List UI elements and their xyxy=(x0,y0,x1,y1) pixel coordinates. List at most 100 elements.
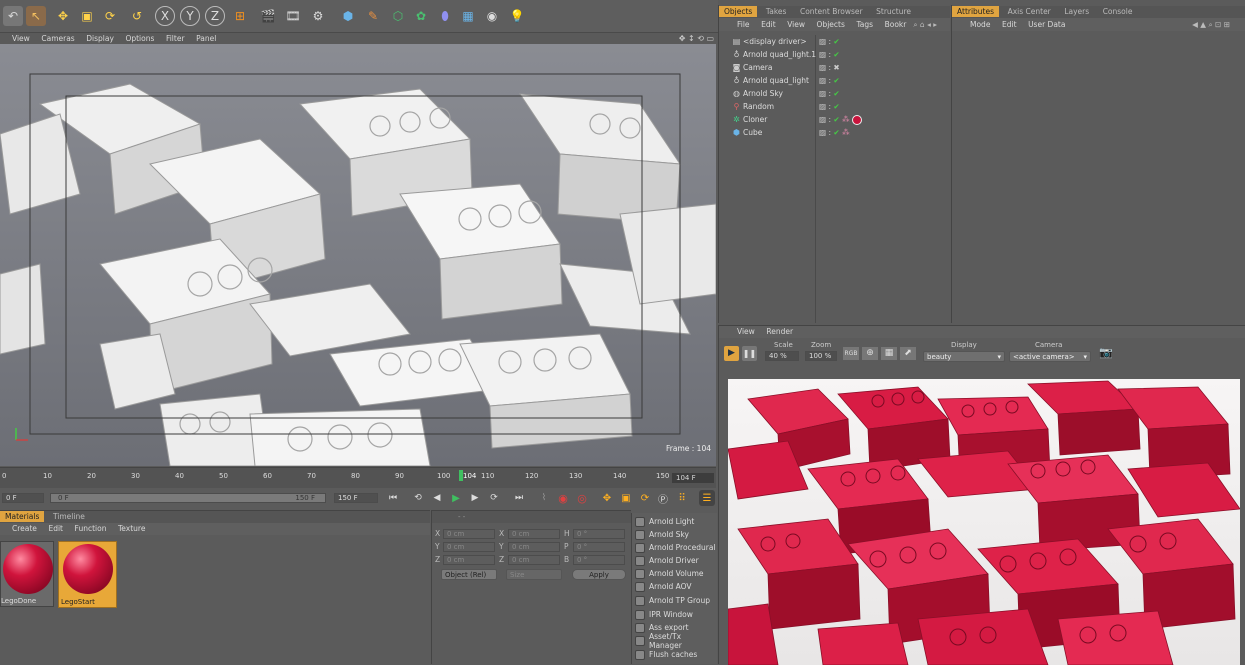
object-row[interactable]: ▤ <display driver> ▨ : ✔ xyxy=(719,35,949,48)
objects-menu-objects[interactable]: Objects xyxy=(817,20,845,29)
apply-button[interactable]: Apply xyxy=(572,569,626,580)
camera-tool-icon[interactable]: ◉ xyxy=(482,6,502,26)
coordinate-system-icon[interactable]: ⊞ xyxy=(230,6,250,26)
search-icon[interactable]: ⌕ ⌂ ◂ ▸ xyxy=(913,18,937,31)
grid-icon[interactable]: ▦ xyxy=(881,347,897,360)
undo-icon[interactable]: ↶ xyxy=(3,6,23,26)
scale-field[interactable]: 40 % xyxy=(765,351,799,361)
viewport-menu-cameras[interactable]: Cameras xyxy=(41,34,74,43)
object-row[interactable]: ♁ Arnold quad_light.1 ▨ : ✔ xyxy=(719,48,949,61)
go-to-end-icon[interactable]: ⏭ xyxy=(511,490,527,506)
light-tool-icon[interactable]: 💡 xyxy=(507,6,527,26)
visibility-flags[interactable]: ▨ : ✔ xyxy=(819,37,840,46)
ipr-menu-render[interactable]: Render xyxy=(766,327,793,336)
key-parameter-icon[interactable]: Ⓟ xyxy=(655,490,671,506)
material-tag-icon[interactable] xyxy=(851,114,862,125)
visibility-flags[interactable]: ▨ : ✔ xyxy=(819,76,840,85)
object-row[interactable]: ✲ Cloner ▨ : ✔ ⁂ xyxy=(719,113,949,126)
arnold-menu-item[interactable]: Arnold Procedural xyxy=(633,541,716,554)
visibility-flags[interactable]: ▨ : ✔ ⁂ xyxy=(819,114,862,125)
y-axis-icon[interactable]: Y xyxy=(180,6,200,26)
size-mode-dropdown[interactable]: Size xyxy=(506,569,562,580)
materials-menu-edit[interactable]: Edit xyxy=(48,524,63,533)
play-icon[interactable]: ▶ xyxy=(448,490,464,506)
camera-dropdown[interactable]: <active camera> ▾ xyxy=(1009,351,1091,362)
tab-objects[interactable]: Objects xyxy=(719,6,759,17)
object-row[interactable]: ⚲ Random ▨ : ✔ xyxy=(719,100,949,113)
timeline-current-frame-box[interactable]: 104 F xyxy=(672,473,714,483)
viewport-menu-options[interactable]: Options xyxy=(125,34,154,43)
arnold-menu-item[interactable]: Arnold TP Group xyxy=(633,594,716,607)
visibility-flags[interactable]: ▨ : ✔ xyxy=(819,102,840,111)
motion-path-icon[interactable]: ⌇ xyxy=(536,490,552,506)
viewport-menu-display[interactable]: Display xyxy=(86,34,114,43)
objects-menu-edit[interactable]: Edit xyxy=(761,20,776,29)
key-pla-icon[interactable]: ⠿ xyxy=(674,490,690,506)
region-icon[interactable]: ⬈ xyxy=(900,347,916,360)
ipr-menu-view[interactable]: View xyxy=(737,327,755,336)
rotate-icon[interactable]: ⟳ xyxy=(100,6,120,26)
move-icon[interactable]: ✥ xyxy=(53,6,73,26)
pen-spline-icon[interactable]: ✎ xyxy=(363,6,383,26)
scheme-icon[interactable]: ☰ xyxy=(699,490,715,506)
snapshot-camera-icon[interactable]: 📷 xyxy=(1099,346,1113,359)
visibility-flags[interactable]: ▨ : ✔ ⁂ xyxy=(819,128,850,137)
recent-icon[interactable]: ↺ xyxy=(127,6,147,26)
rot-h-field[interactable]: 0 ° xyxy=(573,529,625,539)
start-frame-field[interactable]: 0 F xyxy=(2,493,44,503)
object-row[interactable]: ◍ Arnold Sky ▨ : ✔ xyxy=(719,87,949,100)
objects-menu-bookmarks[interactable]: Bookr xyxy=(885,20,907,29)
rgb-button[interactable]: RGB xyxy=(843,347,859,360)
key-rotation-icon[interactable]: ⟳ xyxy=(637,490,653,506)
arnold-menu-item[interactable]: Arnold Driver xyxy=(633,554,716,567)
tab-attributes[interactable]: Attributes xyxy=(952,6,1001,17)
render-picture-viewer-icon[interactable]: 🎞 xyxy=(283,6,303,26)
tab-takes[interactable]: Takes xyxy=(761,6,793,17)
viewport-menu-panel[interactable]: Panel xyxy=(196,34,216,43)
nav-arrows-icon[interactable]: ◀ ▲ ⌕ ⊡ ⊞ xyxy=(1192,18,1230,31)
previous-keyframe-icon[interactable]: ⟲ xyxy=(410,490,426,506)
record-keyframe-icon[interactable]: ◉ xyxy=(555,490,571,506)
arnold-menu-item[interactable]: Asset/Tx Manager xyxy=(633,632,716,650)
object-row[interactable]: ◙ Camera ▨ : ✖ xyxy=(719,61,949,74)
visibility-flags[interactable]: ▨ : ✔ xyxy=(819,89,840,98)
visibility-flags[interactable]: ▨ : ✔ xyxy=(819,50,840,59)
display-dropdown[interactable]: beauty ▾ xyxy=(923,351,1005,362)
deformer-icon[interactable]: ⬮ xyxy=(435,6,455,26)
viewport-nav-icons[interactable]: ✥ ↕ ⟲ ▭ xyxy=(679,33,714,44)
step-back-icon[interactable]: ◀ xyxy=(429,490,445,506)
next-keyframe-icon[interactable]: ⟳ xyxy=(486,490,502,506)
attributes-menu-mode[interactable]: Mode xyxy=(970,20,990,29)
arnold-menu-item[interactable]: Arnold Volume xyxy=(633,567,716,580)
live-selection-icon[interactable]: ↖ xyxy=(26,6,46,26)
visibility-flags[interactable]: ▨ : ✖ xyxy=(819,63,840,72)
rot-b-field[interactable]: 0 ° xyxy=(573,555,625,565)
tab-materials[interactable]: Materials xyxy=(0,511,46,522)
objects-menu-file[interactable]: File xyxy=(737,20,750,29)
attributes-menu-user-data[interactable]: User Data xyxy=(1028,20,1065,29)
coordinate-mode-dropdown[interactable]: Object (Rel) xyxy=(441,569,497,580)
go-to-start-icon[interactable]: ⏮ xyxy=(385,490,401,506)
object-row[interactable]: ♁ Arnold quad_light ▨ : ✔ xyxy=(719,74,949,87)
materials-menu-create[interactable]: Create xyxy=(12,524,37,533)
objects-menu-tags[interactable]: Tags xyxy=(856,20,873,29)
ipr-pause-button[interactable]: ❚❚ xyxy=(742,346,757,361)
material-swatch-legodone[interactable]: LegoDone xyxy=(0,541,54,607)
attributes-menu-edit[interactable]: Edit xyxy=(1002,20,1017,29)
arnold-menu-item[interactable]: IPR Window xyxy=(633,608,716,621)
zoom-field[interactable]: 100 % xyxy=(805,351,837,361)
size-y-field[interactable]: 0 cm xyxy=(508,542,560,552)
3d-viewport[interactable]: Frame : 104 xyxy=(0,44,716,466)
x-axis-icon[interactable]: X xyxy=(155,6,175,26)
materials-menu-function[interactable]: Function xyxy=(75,524,107,533)
scale-icon[interactable]: ▣ xyxy=(77,6,97,26)
step-forward-icon[interactable]: ▶ xyxy=(467,490,483,506)
viewport-menu-view[interactable]: View xyxy=(12,34,30,43)
z-axis-icon[interactable]: Z xyxy=(205,6,225,26)
mograph-icon[interactable]: ✿ xyxy=(411,6,431,26)
key-scale-icon[interactable]: ▣ xyxy=(618,490,634,506)
rot-p-field[interactable]: 0 ° xyxy=(573,542,625,552)
objects-menu-view[interactable]: View xyxy=(787,20,805,29)
render-settings-icon[interactable]: ⚙ xyxy=(308,6,328,26)
arnold-menu-item[interactable]: Arnold Sky xyxy=(633,528,716,541)
